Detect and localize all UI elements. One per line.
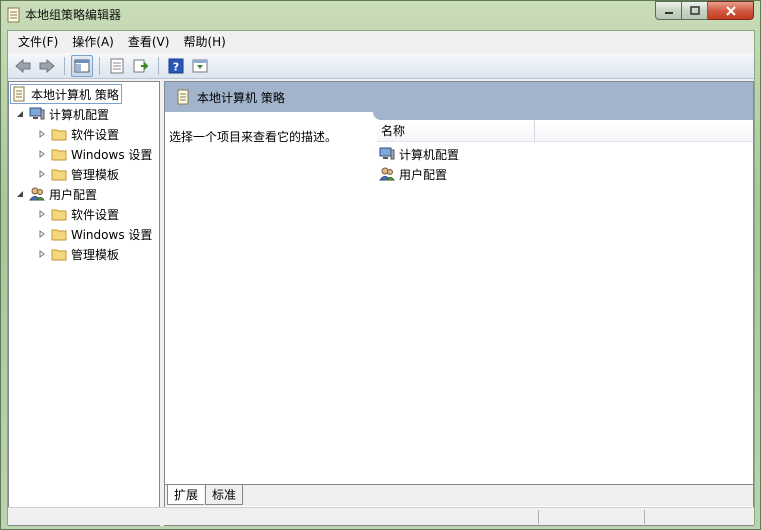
- expanded-arrow-icon[interactable]: [15, 189, 25, 199]
- collapsed-arrow-icon[interactable]: [37, 169, 47, 179]
- maximize-icon: [689, 6, 700, 15]
- details-title: 本地计算机 策略: [197, 91, 285, 105]
- show-hide-tree-icon: [74, 59, 90, 72]
- help-icon: ?: [168, 58, 184, 73]
- minimize-button[interactable]: [655, 1, 682, 20]
- folder-icon: [51, 169, 67, 181]
- users-icon: [29, 187, 45, 201]
- policy-document-icon: [7, 7, 20, 23]
- tree-item-windows-settings[interactable]: Windows 设置: [37, 144, 152, 164]
- details-pane: 本地计算机 策略 选择一个项目来查看它的描述。 名称 计算机配置 用户配置 扩展: [164, 81, 754, 526]
- tree-item-software-settings[interactable]: 软件设置: [37, 204, 119, 224]
- tree-label: Windows 设置: [71, 227, 153, 242]
- folder-icon: [51, 209, 67, 221]
- filter-icon: [192, 59, 208, 72]
- window-title: 本地组策略编辑器: [25, 8, 122, 22]
- forward-arrow-icon: [39, 58, 55, 73]
- toolbar-separator: [99, 56, 100, 75]
- description-text: 选择一个项目来查看它的描述。: [169, 130, 338, 144]
- policy-document-icon: [177, 89, 189, 105]
- menu-view[interactable]: 查看(V): [122, 31, 178, 53]
- toolbar-separator: [64, 56, 65, 75]
- forward-button[interactable]: [36, 55, 58, 77]
- status-bar: [8, 507, 754, 525]
- list-item-label: 计算机配置: [399, 147, 460, 162]
- client-area: 文件(F) 操作(A) 查看(V) 帮助(H) ? 本地计算机 策略 计算机配置…: [7, 30, 755, 526]
- folder-icon: [51, 149, 67, 161]
- close-icon: [725, 5, 736, 16]
- tree-label: 管理模板: [71, 247, 120, 262]
- close-button[interactable]: [708, 1, 754, 20]
- menu-action[interactable]: 操作(A): [66, 31, 122, 53]
- list-item-label: 用户配置: [399, 167, 448, 182]
- list-item-user-config[interactable]: 用户配置: [379, 164, 447, 184]
- show-hide-tree-button[interactable]: [71, 54, 93, 77]
- list-header: 名称: [377, 120, 753, 142]
- export-list-button[interactable]: [130, 55, 152, 77]
- status-divider: [538, 510, 539, 524]
- folder-icon: [51, 229, 67, 241]
- tree-label: 计算机配置: [49, 107, 110, 122]
- users-icon: [379, 167, 395, 181]
- collapsed-arrow-icon[interactable]: [37, 129, 47, 139]
- collapsed-arrow-icon[interactable]: [37, 149, 47, 159]
- tab-extended[interactable]: 扩展: [167, 485, 205, 505]
- tree-label: 软件设置: [71, 207, 120, 222]
- toolbar: ?: [8, 53, 754, 79]
- svg-text:?: ?: [173, 60, 179, 73]
- help-button[interactable]: ?: [165, 55, 187, 77]
- properties-button[interactable]: [106, 55, 128, 77]
- details-header: 本地计算机 策略: [165, 82, 753, 112]
- back-arrow-icon: [15, 58, 31, 73]
- menu-help[interactable]: 帮助(H): [177, 31, 233, 53]
- menu-bar: 文件(F) 操作(A) 查看(V) 帮助(H): [8, 31, 754, 53]
- folder-icon: [51, 249, 67, 261]
- tree-item-software-settings[interactable]: 软件设置: [37, 124, 119, 144]
- menu-file[interactable]: 文件(F): [12, 31, 66, 53]
- status-divider: [644, 510, 645, 524]
- minimize-icon: [664, 11, 673, 14]
- tree-pane: 本地计算机 策略 计算机配置 软件设置 Windows 设置 管理模板 用户配置…: [8, 81, 160, 526]
- policy-document-icon: [13, 86, 25, 102]
- collapsed-arrow-icon[interactable]: [37, 229, 47, 239]
- back-button[interactable]: [12, 55, 34, 77]
- properties-icon: [110, 58, 124, 73]
- tree-label: 管理模板: [71, 167, 120, 182]
- collapsed-arrow-icon[interactable]: [37, 209, 47, 219]
- view-tabs: 扩展 标准: [165, 484, 753, 506]
- tree-label: 本地计算机 策略: [31, 87, 119, 102]
- title-bar[interactable]: 本地组策略编辑器: [1, 1, 760, 29]
- header-decoration: [373, 112, 753, 120]
- computer-icon: [29, 107, 45, 120]
- tree-item-computer-config[interactable]: 计算机配置: [15, 104, 109, 124]
- expanded-arrow-icon[interactable]: [15, 109, 25, 119]
- item-list: 名称 计算机配置 用户配置: [377, 120, 753, 480]
- collapsed-arrow-icon[interactable]: [37, 249, 47, 259]
- app-window: 本地组策略编辑器 文件(F) 操作(A) 查看(V) 帮助(H) ? 本地计算机…: [0, 0, 761, 530]
- tree-item-admin-templates[interactable]: 管理模板: [37, 164, 119, 184]
- list-item-computer-config[interactable]: 计算机配置: [379, 144, 459, 164]
- tab-standard[interactable]: 标准: [205, 485, 244, 505]
- tree-item-windows-settings[interactable]: Windows 设置: [37, 224, 152, 244]
- toolbar-separator: [158, 56, 159, 75]
- tree-label: 软件设置: [71, 127, 120, 142]
- tree-item-local-policy[interactable]: 本地计算机 策略: [10, 84, 122, 104]
- column-header-name[interactable]: 名称: [377, 120, 535, 142]
- filter-button[interactable]: [189, 55, 211, 77]
- tree-label: Windows 设置: [71, 147, 153, 162]
- tree-label: 用户配置: [49, 187, 98, 202]
- folder-icon: [51, 129, 67, 141]
- computer-icon: [379, 147, 395, 160]
- tree-item-user-config[interactable]: 用户配置: [15, 184, 97, 204]
- maximize-button[interactable]: [682, 1, 708, 20]
- caption-buttons: [655, 1, 754, 21]
- tree-item-admin-templates[interactable]: 管理模板: [37, 244, 119, 264]
- export-list-icon: [133, 59, 149, 72]
